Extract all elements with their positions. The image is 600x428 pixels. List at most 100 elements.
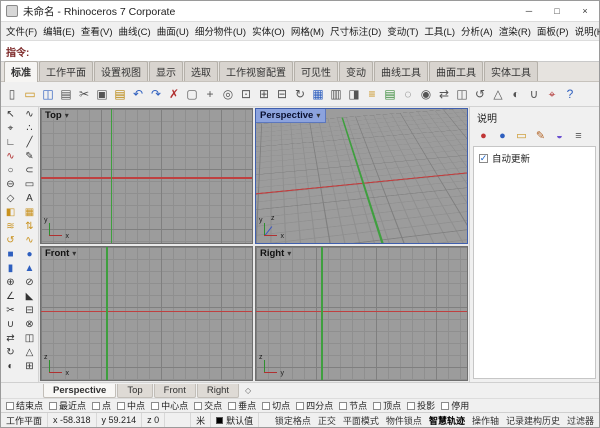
chamfer-icon[interactable]: ◣: [21, 290, 38, 303]
copy-icon[interactable]: ▣: [93, 84, 111, 105]
explode-icon[interactable]: ⊗: [21, 318, 38, 331]
maximize-button[interactable]: □: [543, 1, 571, 21]
menu-mesh[interactable]: 网格(M): [288, 22, 327, 40]
help-edit-icon[interactable]: ✎: [533, 128, 548, 143]
viewport-right[interactable]: Right ▾ z y: [255, 246, 468, 382]
array-icon[interactable]: ⊞: [21, 360, 38, 373]
tab-visibility[interactable]: 可见性: [294, 61, 338, 81]
new-file-icon[interactable]: ▯: [3, 84, 21, 105]
help-list-icon[interactable]: ≡: [571, 128, 586, 143]
osnap-disable[interactable]: 停用: [441, 399, 469, 412]
cplane-button[interactable]: 工作平面: [1, 413, 48, 427]
redo-icon[interactable]: ↷: [147, 84, 165, 105]
sketch-icon[interactable]: ✎: [21, 150, 38, 163]
menu-subd[interactable]: 细分物件(U): [192, 22, 249, 40]
tab-solid-tools[interactable]: 实体工具: [484, 61, 538, 81]
help-icon[interactable]: ?: [561, 84, 579, 105]
tab-cplane[interactable]: 工作平面: [39, 61, 93, 81]
toggle-ortho[interactable]: 正交: [318, 414, 336, 427]
undo-icon[interactable]: ↶: [129, 84, 147, 105]
new-viewport-tab-icon[interactable]: ◇: [240, 386, 256, 395]
tab-display[interactable]: 显示: [149, 61, 183, 81]
vptab-right[interactable]: Right: [197, 384, 239, 398]
viewport-right-title[interactable]: Right ▾: [256, 247, 296, 260]
osnap-quadrant[interactable]: 四分点: [296, 399, 333, 412]
select-icon[interactable]: ↖: [2, 108, 19, 121]
loft-icon[interactable]: ≋: [2, 220, 19, 233]
osnap-project[interactable]: 投影: [407, 399, 435, 412]
revolve-icon[interactable]: ↺: [2, 234, 19, 247]
tab-curve-tools[interactable]: 曲线工具: [374, 61, 428, 81]
tab-select[interactable]: 选取: [184, 61, 218, 81]
menu-render[interactable]: 渲染(R): [496, 22, 534, 40]
layer-cell[interactable]: 默认值: [211, 413, 259, 427]
four-viewports-icon[interactable]: ▦: [309, 84, 327, 105]
point-icon[interactable]: ⌖: [2, 122, 19, 135]
viewport-front-title[interactable]: Front ▾: [41, 247, 81, 260]
tab-set-view[interactable]: 设置视图: [94, 61, 148, 81]
properties-icon[interactable]: ▤: [381, 84, 399, 105]
osnap-tangent[interactable]: 切点: [262, 399, 290, 412]
rotate-view-icon[interactable]: ↻: [291, 84, 309, 105]
osnap-vertex[interactable]: 顶点: [373, 399, 401, 412]
rotate-objects-icon[interactable]: ↺: [471, 84, 489, 105]
zoom-window-icon[interactable]: ⊡: [237, 84, 255, 105]
cone-icon[interactable]: ▲: [21, 262, 38, 275]
menu-surface[interactable]: 曲面(U): [154, 22, 192, 40]
menu-transform[interactable]: 变动(T): [384, 22, 421, 40]
osnap-mid[interactable]: 中点: [117, 399, 145, 412]
text-icon[interactable]: A: [21, 192, 38, 205]
tab-surface-tools[interactable]: 曲面工具: [429, 61, 483, 81]
menu-file[interactable]: 文件(F): [3, 22, 40, 40]
units-cell[interactable]: 米: [191, 413, 211, 427]
vptab-perspective[interactable]: Perspective: [43, 384, 116, 398]
cylinder-icon[interactable]: ▮: [2, 262, 19, 275]
viewport-perspective-title[interactable]: Perspective ▾: [256, 109, 326, 123]
save-icon[interactable]: ◫: [39, 84, 57, 105]
toggle-planar[interactable]: 平面模式: [343, 414, 379, 427]
zoom-extents-icon[interactable]: ⊞: [255, 84, 273, 105]
line-icon[interactable]: ╱: [21, 136, 38, 149]
pan-view-icon[interactable]: +: [201, 84, 219, 105]
copy-icon[interactable]: ◫: [21, 332, 38, 345]
select-all-icon[interactable]: ▢: [183, 84, 201, 105]
viewport-perspective[interactable]: Perspective ▾ z y x: [255, 108, 468, 244]
paste-icon[interactable]: ▤: [111, 84, 129, 105]
boolean-union-icon[interactable]: ⊕: [2, 276, 19, 289]
osnap-point[interactable]: 点: [92, 399, 111, 412]
fillet-icon[interactable]: ∠: [2, 290, 19, 303]
menu-panels[interactable]: 面板(P): [534, 22, 572, 40]
join-icon[interactable]: ∪: [525, 84, 543, 105]
menu-solid[interactable]: 实体(O): [249, 22, 288, 40]
move-icon[interactable]: ⇄: [2, 332, 19, 345]
toggle-gumball[interactable]: 操作轴: [472, 414, 499, 427]
command-line[interactable]: 指令:: [1, 41, 599, 62]
viewport-top-canvas[interactable]: [41, 109, 252, 243]
surface-from-curves-icon[interactable]: ▦: [21, 206, 38, 219]
named-views-icon[interactable]: ▥: [327, 84, 345, 105]
polygon-icon[interactable]: ◇: [2, 192, 19, 205]
sphere-icon[interactable]: ●: [21, 248, 38, 261]
rectangle-icon[interactable]: ▭: [21, 178, 38, 191]
mirror-icon[interactable]: ◐: [507, 84, 525, 105]
zoom-selected-icon[interactable]: ⊟: [273, 84, 291, 105]
cut-icon[interactable]: ✂: [75, 84, 93, 105]
vptab-front[interactable]: Front: [154, 384, 196, 398]
surface-3pt-icon[interactable]: ◧: [2, 206, 19, 219]
viewport-front[interactable]: Front ▾ z x: [40, 246, 253, 382]
hide-objects-icon[interactable]: ◌: [399, 84, 417, 105]
zoom-dynamic-icon[interactable]: ◎: [219, 84, 237, 105]
close-button[interactable]: ×: [571, 1, 599, 21]
toggle-history[interactable]: 记录建构历史: [506, 414, 560, 427]
rotate-icon[interactable]: ↻: [2, 346, 19, 359]
viewport-top-title[interactable]: Top ▾: [41, 109, 74, 122]
osnap-center[interactable]: 中心点: [151, 399, 188, 412]
curve-icon[interactable]: ∿: [2, 150, 19, 163]
tab-viewport-layout[interactable]: 工作视窗配置: [219, 61, 293, 81]
ellipse-icon[interactable]: ⊖: [2, 178, 19, 191]
toggle-osnap[interactable]: 物件锁点: [386, 414, 422, 427]
help-panel-title[interactable]: 说明: [470, 107, 599, 127]
print-icon[interactable]: ▤: [57, 84, 75, 105]
osnap-perpendicular[interactable]: 垂点: [228, 399, 256, 412]
lasso-select-icon[interactable]: ∿: [21, 108, 38, 121]
